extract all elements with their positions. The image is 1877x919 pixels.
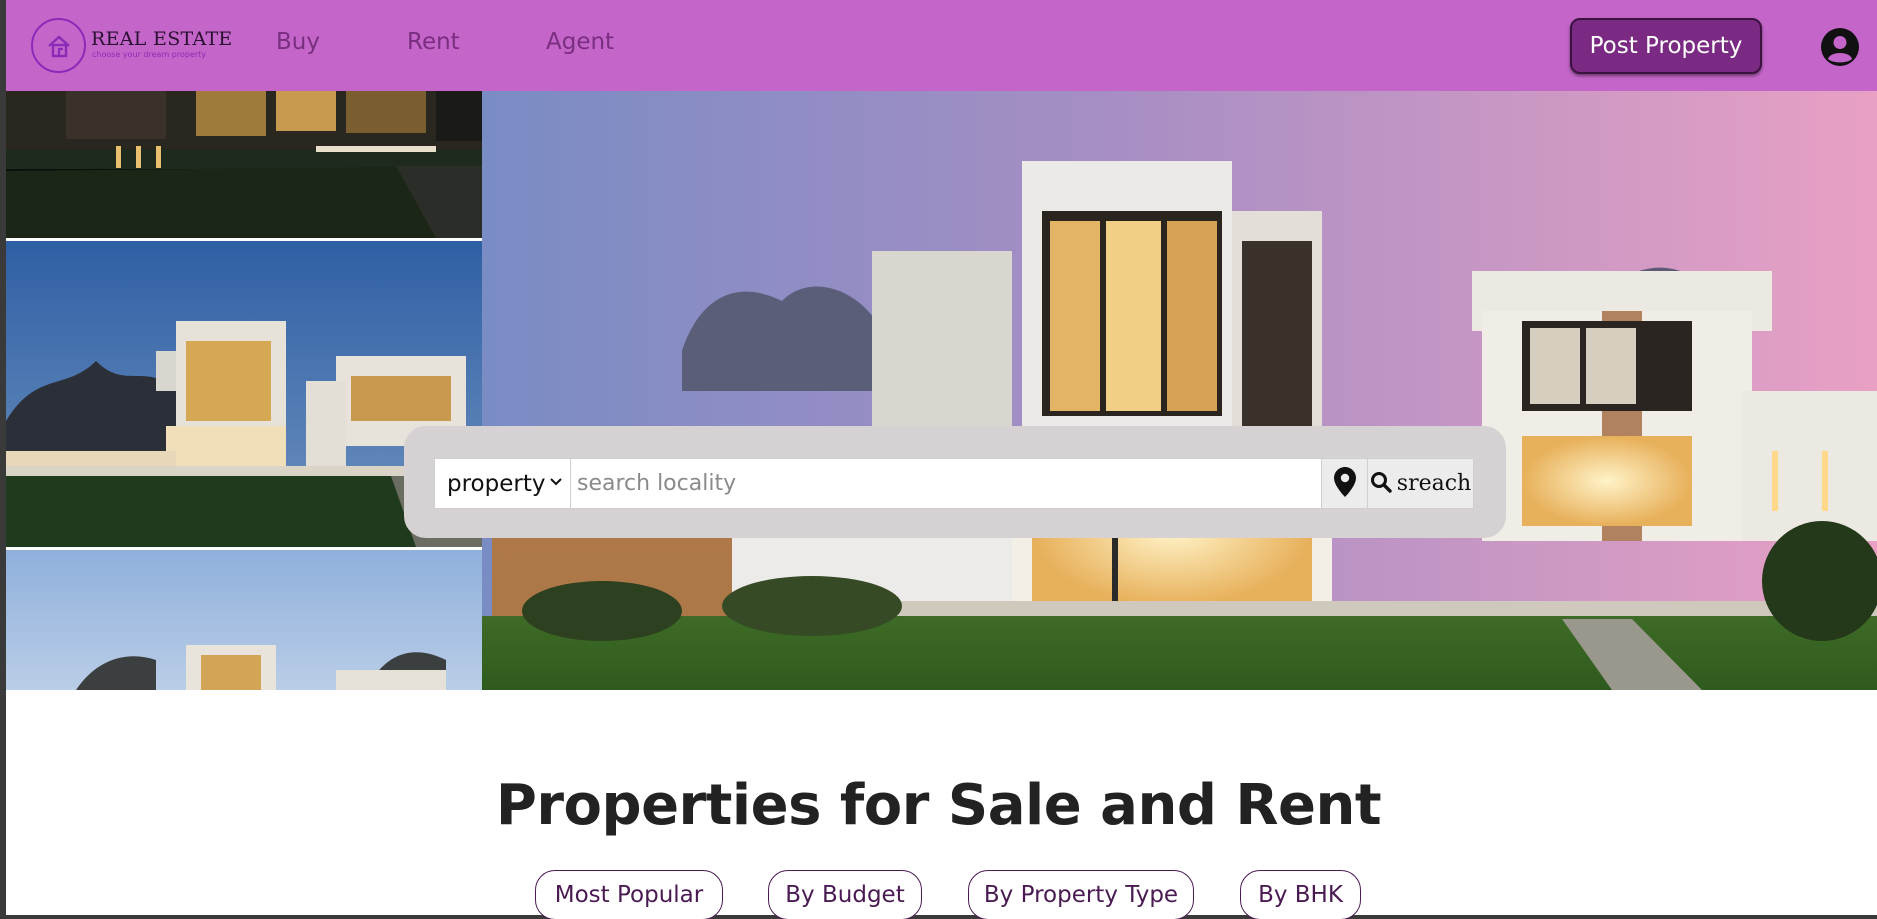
filter-most-popular[interactable]: Most Popular [535, 870, 723, 919]
gallery-thumbnail[interactable] [6, 550, 482, 690]
hero-photo [482, 91, 1877, 690]
nav-rent[interactable]: Rent [407, 29, 460, 55]
search-button[interactable]: sreach [1368, 458, 1474, 509]
search-icon [1370, 471, 1392, 497]
property-type-select[interactable]: property [434, 458, 571, 509]
section-title: Properties for Sale and Rent [495, 773, 1382, 838]
house-logo-icon [31, 18, 86, 73]
search-locality-input[interactable] [571, 458, 1322, 509]
nav-agent[interactable]: Agent [546, 29, 614, 55]
search-panel: property search locality sreach [404, 426, 1506, 538]
property-type-value: property [447, 470, 546, 497]
chevron-down-icon [550, 475, 562, 491]
navbar: REAL ESTATE choose your dream property B… [6, 0, 1877, 91]
brand-logo[interactable]: REAL ESTATE choose your dream property [31, 18, 241, 76]
filter-by-property-type[interactable]: By Property Type [968, 870, 1194, 919]
brand-tagline: choose your dream property [92, 50, 207, 59]
brand-name: REAL ESTATE [91, 28, 233, 50]
hero-section: property search locality sreach [6, 91, 1877, 690]
filter-by-bhk[interactable]: By BHK [1240, 870, 1361, 919]
filter-by-budget[interactable]: By Budget [768, 870, 922, 919]
post-property-button[interactable]: Post Property [1570, 18, 1762, 74]
search-bar: property search locality sreach [434, 458, 1476, 509]
search-button-label: sreach [1396, 471, 1472, 496]
location-button[interactable] [1322, 458, 1368, 509]
gallery-thumbnail[interactable] [6, 91, 482, 238]
nav-buy[interactable]: Buy [276, 29, 320, 55]
map-pin-icon [1333, 466, 1356, 501]
user-circle-icon[interactable] [1821, 28, 1859, 66]
